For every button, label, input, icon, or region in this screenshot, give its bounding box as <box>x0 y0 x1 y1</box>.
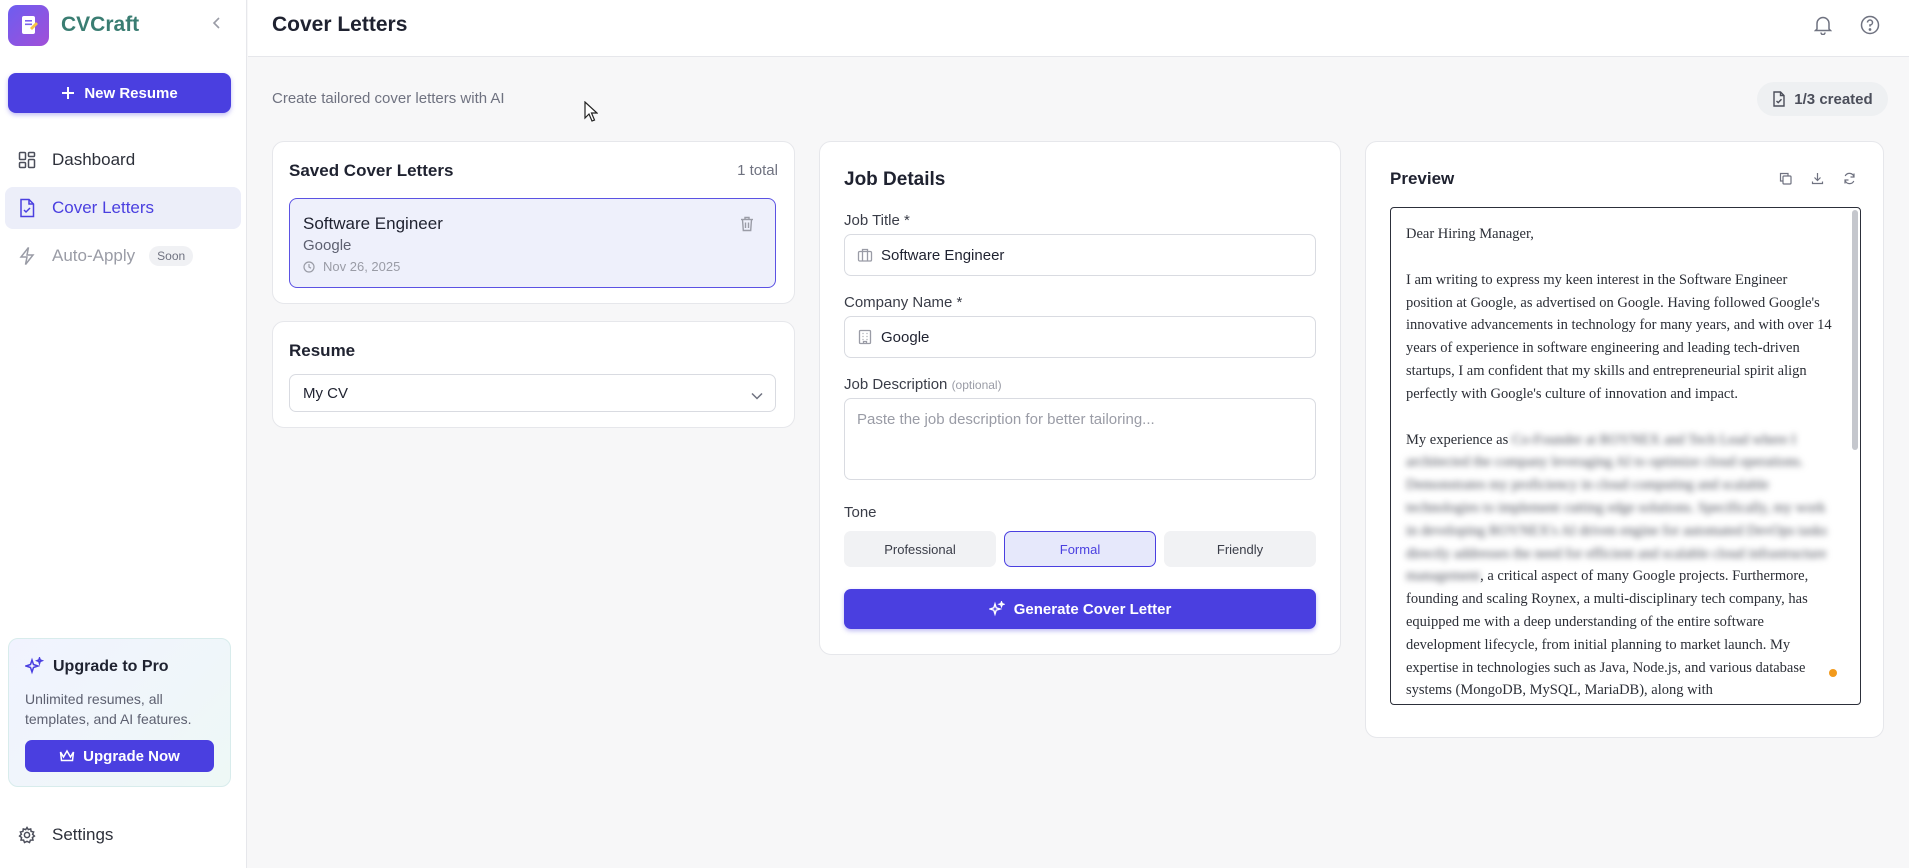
page-title: Cover Letters <box>272 13 408 36</box>
brand-name: CVCraft <box>61 13 140 36</box>
job-title-value: Software Engineer <box>881 246 1005 264</box>
new-resume-label: New Resume <box>84 84 178 102</box>
upgrade-now-label: Upgrade Now <box>83 747 180 765</box>
sidebar-item-label: Auto-Apply <box>52 246 136 265</box>
saved-letter-title: Software Engineer <box>303 214 443 233</box>
saved-cover-letters-card: Saved Cover Letters 1 total Software Eng… <box>272 141 795 304</box>
company-name-input[interactable]: Google <box>844 316 1316 358</box>
resume-card: Resume My CV <box>272 321 795 428</box>
resume-select-value: My CV <box>303 384 348 402</box>
file-text-icon <box>17 198 37 218</box>
letter-paragraph-1: I am writing to express my keen interest… <box>1406 271 1832 402</box>
saved-count: 1 total <box>737 162 778 179</box>
briefcase-icon <box>857 247 873 263</box>
generate-cover-letter-label: Generate Cover Letter <box>1013 600 1172 618</box>
sidebar-item-cover-letters[interactable]: Cover Letters <box>5 187 241 229</box>
job-description-placeholder: Paste the job description for better tai… <box>857 411 1155 428</box>
mouse-cursor-icon <box>584 101 598 122</box>
sidebar-item-dashboard[interactable]: Dashboard <box>5 139 241 181</box>
clock-icon <box>303 260 315 273</box>
sparkles-icon <box>988 601 1005 617</box>
sidebar-item-label: Settings <box>52 825 114 844</box>
optional-hint: (optional) <box>951 378 1002 392</box>
saved-cover-letters-title: Saved Cover Letters <box>289 161 454 180</box>
letter-paragraph-2: My experience as Co-Founder at ROYNEX an… <box>1406 431 1828 699</box>
letter-preview[interactable]: Dear Hiring Manager, I am writing to exp… <box>1390 207 1861 705</box>
trash-icon[interactable] <box>740 216 758 234</box>
job-title-input[interactable]: Software Engineer <box>844 234 1316 276</box>
page-subtitle: Create tailored cover letters with AI <box>272 90 505 107</box>
usage-counter-badge: 1/3 created <box>1757 82 1888 116</box>
scrollbar[interactable] <box>1852 210 1858 450</box>
job-title-label: Job Title * <box>844 212 910 229</box>
generate-cover-letter-button[interactable]: Generate Cover Letter <box>844 589 1316 629</box>
tone-formal-button[interactable]: Formal <box>1004 531 1156 567</box>
copy-icon[interactable] <box>1777 170 1793 186</box>
resume-select[interactable]: My CV <box>289 374 776 412</box>
sparkles-icon <box>25 657 44 675</box>
new-resume-button[interactable]: New Resume <box>8 73 231 113</box>
lightning-icon <box>17 246 37 266</box>
top-bar: Cover Letters <box>248 0 1909 57</box>
upgrade-card: Upgrade to Pro Unlimited resumes, all te… <box>8 638 231 787</box>
collapse-sidebar-icon[interactable] <box>208 14 226 32</box>
sidebar-item-label: Dashboard <box>52 150 136 169</box>
download-icon[interactable] <box>1809 170 1825 186</box>
redacted-text: Co-Founder at ROYNEX and Tech Lead where… <box>1406 431 1828 585</box>
upgrade-description: Unlimited resumes, all templates, and AI… <box>25 691 192 727</box>
bell-icon[interactable] <box>1812 14 1834 36</box>
chevron-down-icon <box>751 387 763 404</box>
tone-friendly-button[interactable]: Friendly <box>1164 531 1316 567</box>
letter-body: Dear Hiring Manager, I am writing to exp… <box>1391 208 1860 702</box>
file-check-icon <box>1773 91 1785 107</box>
sidebar-item-settings[interactable]: Settings <box>5 814 241 856</box>
crown-icon <box>59 749 75 762</box>
brand[interactable]: CVCraft <box>8 4 139 46</box>
soon-badge: Soon <box>149 246 194 266</box>
gear-icon <box>17 825 37 845</box>
job-description-textarea[interactable]: Paste the job description for better tai… <box>844 398 1316 480</box>
company-name-label: Company Name * <box>844 294 963 311</box>
preview-card: Preview Dear Hiring Manager, I am writin… <box>1365 141 1884 738</box>
sidebar: CVCraft New Resume Dashboard Cover Lette… <box>0 0 247 868</box>
sidebar-item-auto-apply[interactable]: Auto-Apply Soon <box>5 235 241 277</box>
job-description-label: Job Description (optional) <box>844 376 1002 393</box>
resume-title: Resume <box>289 341 356 360</box>
upgrade-title: Upgrade to Pro <box>53 657 169 675</box>
preview-title: Preview <box>1390 169 1455 188</box>
saved-letter-date: Nov 26, 2025 <box>323 259 401 274</box>
logo-icon <box>8 4 49 46</box>
job-details-title: Job Details <box>844 169 946 190</box>
saved-letter-company: Google <box>303 237 352 254</box>
tone-label: Tone <box>844 504 877 521</box>
dashboard-icon <box>17 150 37 170</box>
usage-counter-text: 1/3 created <box>1794 90 1873 108</box>
job-details-card: Job Details Job Title * Software Enginee… <box>819 141 1341 655</box>
tone-professional-button[interactable]: Professional <box>844 531 996 567</box>
plus-icon <box>62 87 75 99</box>
letter-greeting: Dear Hiring Manager, <box>1406 226 1534 242</box>
company-name-value: Google <box>881 328 930 346</box>
status-dot <box>1829 669 1837 677</box>
building-icon <box>857 329 873 345</box>
help-icon[interactable] <box>1859 14 1881 36</box>
sidebar-item-label: Cover Letters <box>52 198 155 217</box>
saved-letter-item[interactable]: Software Engineer Google Nov 26, 2025 <box>289 198 776 288</box>
refresh-icon[interactable] <box>1841 170 1857 186</box>
upgrade-now-button[interactable]: Upgrade Now <box>25 740 214 772</box>
